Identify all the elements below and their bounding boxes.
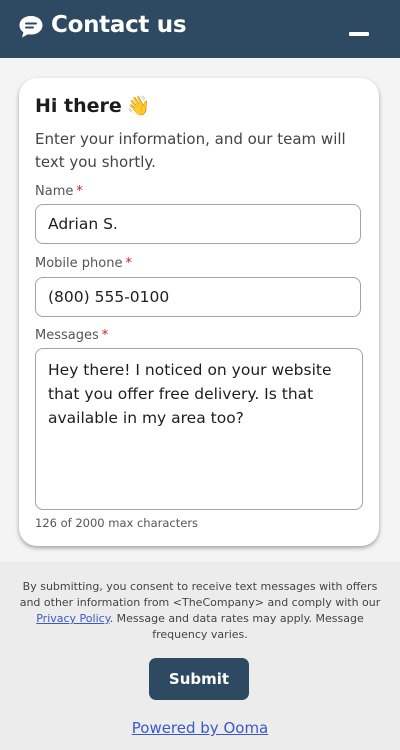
intro-text: Enter your information, and our team wil… xyxy=(35,130,346,171)
header-bar: Contact us xyxy=(0,0,400,58)
required-marker: * xyxy=(125,256,132,271)
contact-form-card: Hi there 👋 Enter your information, and o… xyxy=(19,78,379,546)
consent-text: By submitting, you consent to receive te… xyxy=(16,579,384,643)
message-textarea[interactable]: Hey there! I noticed on your website tha… xyxy=(35,348,363,510)
phone-field[interactable]: (800) 555-0100 xyxy=(35,277,361,317)
consent-text-after: . Message and data rates may apply. Mess… xyxy=(109,612,364,641)
message-label: Messages * xyxy=(35,328,108,343)
required-marker: * xyxy=(101,328,109,343)
minimize-icon xyxy=(349,32,369,36)
privacy-policy-link[interactable]: Privacy Policy xyxy=(36,612,109,625)
chat-bubble-icon xyxy=(19,16,43,38)
message-label-text: Messages xyxy=(35,328,99,343)
name-label: Name * xyxy=(35,184,83,199)
character-counter: 126 of 2000 max characters xyxy=(35,516,199,530)
wave-emoji-icon: 👋 xyxy=(126,95,151,117)
phone-field-value: (800) 555-0100 xyxy=(48,288,170,306)
message-textarea-value: Hey there! I noticed on your website tha… xyxy=(48,361,332,427)
greeting-text: Hi there xyxy=(35,94,122,117)
submit-button-label: Submit xyxy=(168,670,230,688)
name-label-text: Name xyxy=(35,184,74,199)
required-marker: * xyxy=(76,184,83,199)
footer: By submitting, you consent to receive te… xyxy=(0,562,400,750)
consent-text-before: By submitting, you consent to receive te… xyxy=(19,580,381,609)
powered-by-link[interactable]: Powered by Ooma xyxy=(0,719,400,737)
header-title: Contact us xyxy=(51,12,187,38)
greeting-heading: Hi there 👋 xyxy=(35,94,151,118)
phone-label-text: Mobile phone xyxy=(35,256,123,271)
phone-label: Mobile phone * xyxy=(35,256,132,271)
minimize-button[interactable] xyxy=(347,22,371,46)
name-field[interactable]: Adrian S. xyxy=(35,204,361,244)
submit-button[interactable]: Submit xyxy=(149,658,249,700)
name-field-value: Adrian S. xyxy=(48,215,118,233)
